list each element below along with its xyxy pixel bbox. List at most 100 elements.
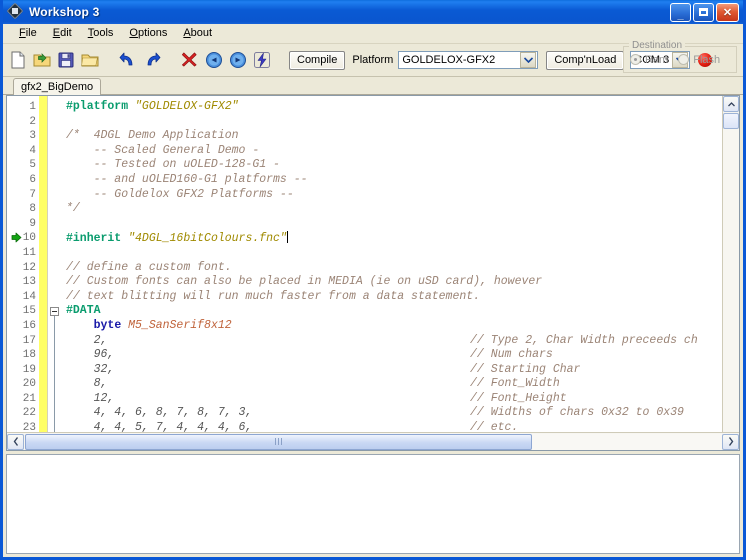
menu-item-edit[interactable]: Edit (45, 25, 80, 42)
code-line: -- Scaled General Demo - (66, 144, 722, 159)
save-disk-icon[interactable] (55, 49, 77, 71)
line-number: 14 (22, 290, 36, 303)
nav-button-group (179, 49, 273, 71)
code-line: -- Tested on uOLED-128-G1 - (66, 158, 722, 173)
menu-item-file[interactable]: File (11, 25, 45, 42)
code-token-num: 8, (66, 377, 108, 391)
menu-item-about[interactable]: About (175, 25, 220, 42)
bookmark-marker-icon[interactable] (11, 232, 22, 243)
redo-icon[interactable] (141, 49, 163, 71)
destination-radio-flash[interactable]: Flash (678, 54, 720, 66)
maximize-icon (699, 8, 708, 16)
chevron-down-icon[interactable] (520, 52, 537, 68)
new-file-icon[interactable] (7, 49, 29, 71)
undo-icon[interactable] (117, 49, 139, 71)
code-token-pre: #DATA (66, 304, 101, 318)
destination-radio-ram[interactable]: Ram (630, 54, 668, 66)
scroll-up-button[interactable] (723, 96, 739, 112)
text-caret (286, 231, 288, 244)
menu-item-options[interactable]: Options (121, 25, 175, 42)
inline-comment: // etc. (470, 421, 519, 432)
line-number: 22 (22, 407, 36, 420)
line-number: 19 (22, 363, 36, 376)
inline-comment: // Type 2, Char Width preceeds ch (470, 333, 698, 347)
scroll-left-button[interactable] (7, 433, 24, 450)
inline-comment: // Widths of chars 0x32 to 0x39 (470, 406, 684, 420)
lightning-icon[interactable] (251, 49, 273, 71)
fold-collapse-box[interactable] (50, 307, 59, 317)
code-token-cmt: // define a custom font. (66, 260, 232, 274)
code-line: // text blitting will run much faster fr… (66, 290, 722, 305)
line-number: 4 (29, 144, 36, 157)
destination-group: Destination Ram Flash (623, 41, 737, 73)
code-token-cmt: -- Scaled General Demo - (66, 143, 260, 157)
maximize-button[interactable] (693, 2, 714, 22)
code-line: // define a custom font. (66, 261, 722, 276)
code-line: #platform "GOLDELOX-GFX2" (66, 100, 722, 115)
code-line: */ (66, 202, 722, 217)
tab-strip: gfx2_BigDemo (3, 77, 743, 95)
radio-dot-flash-icon (678, 54, 690, 65)
code-line: -- and uOLED160-G1 platforms -- (66, 173, 722, 188)
app-diamond-icon (6, 2, 24, 20)
code-token-str: "GOLDELOX-GFX2" (135, 100, 239, 113)
horizontal-scrollbar[interactable] (7, 432, 739, 450)
output-panel[interactable] (6, 454, 740, 554)
line-number: 1 (29, 101, 36, 113)
line-number: 12 (22, 261, 36, 274)
code-line: 8, // Font_Width (66, 377, 722, 392)
open-folder-icon[interactable] (31, 49, 53, 71)
code-token-cmt: /* 4DGL Demo Application (66, 129, 239, 143)
code-area[interactable]: 123456789101112131415161718192021222324 … (7, 96, 722, 432)
forward-arrow-icon[interactable] (227, 49, 249, 71)
line-number: 18 (22, 349, 36, 362)
code-token-cmt: -- Goldelox GFX2 Platforms -- (66, 187, 294, 201)
line-number: 7 (29, 188, 36, 201)
minimize-button[interactable]: _ (670, 2, 691, 22)
code-token-num: 2, (66, 333, 108, 347)
modified-lines-bar (39, 96, 48, 432)
inline-comment: // Starting Char (470, 362, 581, 376)
code-line: -- Goldelox GFX2 Platforms -- (66, 188, 722, 203)
title-bar: Workshop 3 _ ✕ (3, 0, 743, 24)
code-line: 2, // Type 2, Char Width preceeds ch (66, 334, 722, 349)
line-number: 11 (22, 246, 36, 259)
line-number: 23 (22, 422, 36, 432)
code-token-cmt: */ (66, 202, 80, 216)
line-number: 16 (22, 319, 36, 332)
menu-item-tools[interactable]: Tools (80, 25, 122, 42)
line-number: 6 (29, 173, 36, 186)
code-folding-gutter[interactable] (48, 96, 62, 432)
horizontal-scroll-thumb[interactable] (25, 433, 532, 450)
window-controls: _ ✕ (670, 2, 741, 22)
code-token-cmt: -- Tested on uOLED-128-G1 - (66, 158, 280, 172)
tab-gfx2-bigdemo[interactable]: gfx2_BigDemo (13, 78, 102, 95)
folder-icon[interactable] (79, 49, 101, 71)
code-token-cmt: // Custom fonts can also be placed in ME… (66, 275, 543, 289)
delete-x-icon[interactable] (179, 49, 201, 71)
line-number: 3 (29, 130, 36, 143)
compile-button[interactable]: Compile (289, 50, 346, 70)
vertical-scrollbar[interactable] (722, 96, 739, 432)
platform-select[interactable]: GOLDELOX-GFX2 (398, 51, 539, 69)
window-title: Workshop 3 (29, 5, 100, 19)
back-arrow-icon[interactable] (203, 49, 225, 71)
code-text[interactable]: #platform "GOLDELOX-GFX2" /* 4DGL Demo Ap… (62, 96, 722, 432)
line-number: 2 (29, 115, 36, 128)
file-button-group (7, 49, 101, 71)
vertical-scroll-track[interactable] (723, 129, 739, 432)
code-line: 4, 4, 6, 8, 7, 8, 7, 3, // Widths of char… (66, 406, 722, 421)
code-line: 32, // Starting Char (66, 363, 722, 378)
horizontal-scroll-track[interactable] (532, 433, 722, 450)
line-number: 15 (22, 305, 36, 318)
scroll-right-button[interactable] (722, 433, 739, 450)
line-number: 21 (22, 392, 36, 405)
vertical-scroll-thumb[interactable] (723, 113, 739, 129)
close-button[interactable]: ✕ (716, 2, 739, 22)
comp-n-load-button[interactable]: Comp'nLoad (546, 50, 625, 70)
code-line: 4, 4, 5, 7, 4, 4, 4, 6, // etc. (66, 421, 722, 432)
